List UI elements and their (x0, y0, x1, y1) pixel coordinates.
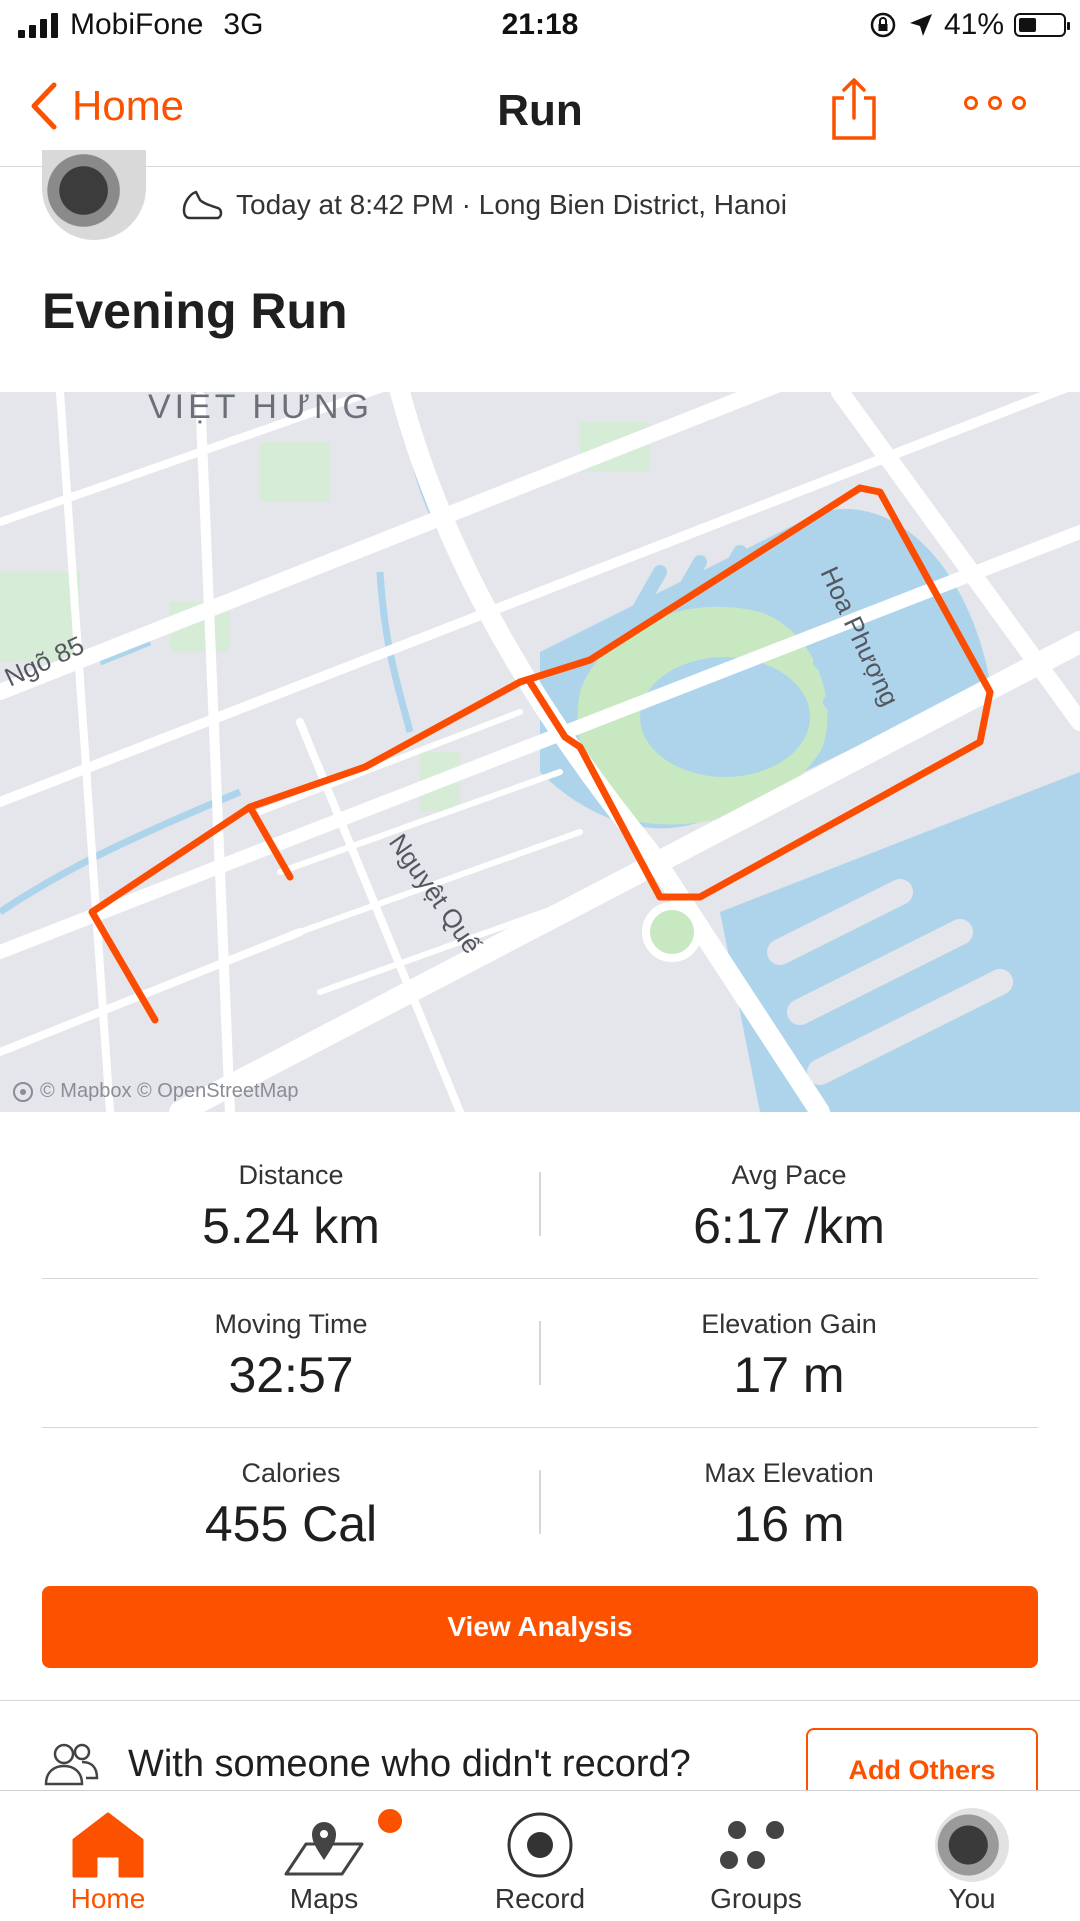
tab-label: Home (70, 1883, 146, 1914)
tab-record[interactable]: Record (432, 1791, 648, 1921)
stats-row: Moving Time 32:57 Elevation Gain 17 m (42, 1279, 1038, 1428)
stat-calories: Calories 455 Cal (42, 1428, 540, 1553)
stat-label: Avg Pace (731, 1160, 847, 1190)
stat-moving-time: Moving Time 32:57 (42, 1279, 540, 1404)
stat-avg-pace: Avg Pace 6:17 /km (540, 1130, 1038, 1255)
tab-label: Record (494, 1883, 586, 1914)
home-icon (72, 1812, 144, 1878)
map-credit-text: © Mapbox © OpenStreetMap (40, 1080, 299, 1102)
tab-icon-wrap (432, 1805, 648, 1885)
orientation-lock-icon (870, 12, 896, 38)
activity-title: Evening Run (42, 283, 348, 339)
tab-icon-wrap (864, 1805, 1080, 1885)
stat-elevation-gain: Elevation Gain 17 m (540, 1279, 1038, 1404)
tab-icon-wrap (648, 1805, 864, 1885)
stat-value: 16 m (733, 1496, 845, 1552)
nav-bar: Home Run (0, 56, 1080, 167)
share-icon[interactable] (826, 76, 882, 142)
more-options-button[interactable] (964, 96, 1026, 110)
tab-icon-wrap (0, 1805, 216, 1885)
stats-grid: Distance 5.24 km Avg Pace 6:17 /km Movin… (42, 1130, 1038, 1576)
activity-time-location: Today at 8:42 PM · Long Bien District, H… (236, 189, 787, 220)
divider (0, 1700, 1080, 1701)
people-icon (44, 1743, 99, 1786)
stat-value: 455 Cal (204, 1496, 378, 1552)
stat-value: 6:17 /km (693, 1198, 885, 1254)
map-canvas: VIỆT HƯNG Ngõ 85 Hoa Phượng Nguyệt Quế (0, 392, 1080, 1112)
stats-row: Distance 5.24 km Avg Pace 6:17 /km (42, 1130, 1038, 1279)
record-with-others-prompt: With someone who didn't record? (42, 1740, 691, 1788)
stat-label: Distance (238, 1160, 344, 1190)
tab-label: You (948, 1883, 996, 1914)
stat-value: 32:57 (228, 1347, 354, 1403)
battery-percent: 41% (943, 8, 1004, 41)
notification-badge (378, 1809, 402, 1833)
tab-label: Maps (289, 1883, 359, 1914)
stat-label: Elevation Gain (701, 1309, 877, 1339)
stat-value: 5.24 km (202, 1198, 380, 1254)
maps-icon (284, 1822, 364, 1876)
page-title: Run (497, 86, 583, 135)
tab-bar: Home Maps Record Groups You (0, 1790, 1080, 1921)
map-credit: © Mapbox © OpenStreetMap (12, 1080, 299, 1103)
battery-fill (1019, 18, 1036, 32)
athlete-avatar[interactable] (42, 150, 146, 240)
tab-label: Groups (710, 1883, 802, 1914)
status-bar: MobiFone 3G 21:18 41% (0, 0, 1080, 56)
mapbox-logo-icon (13, 1081, 33, 1102)
view-analysis-button[interactable]: View Analysis (42, 1586, 1038, 1668)
battery-icon (1014, 13, 1070, 37)
dot-icon (964, 96, 978, 110)
tab-groups[interactable]: Groups (648, 1791, 864, 1921)
dot-icon (988, 96, 1002, 110)
tab-you[interactable]: You (864, 1791, 1080, 1921)
dot-icon (1012, 96, 1026, 110)
groups-icon (720, 1821, 784, 1869)
activity-meta: Today at 8:42 PM · Long Bien District, H… (180, 188, 787, 222)
stat-label: Max Elevation (704, 1458, 874, 1488)
stat-max-elevation: Max Elevation 16 m (540, 1428, 1038, 1553)
location-arrow-icon (909, 14, 932, 36)
shoe-icon (182, 190, 223, 220)
tab-maps[interactable]: Maps (216, 1791, 432, 1921)
stat-label: Moving Time (214, 1309, 368, 1339)
stat-value: 17 m (733, 1347, 845, 1403)
avatar (935, 1808, 1009, 1882)
tab-home[interactable]: Home (0, 1791, 216, 1921)
stat-distance: Distance 5.24 km (42, 1130, 540, 1255)
others-prompt-text: With someone who didn't record? (128, 1742, 691, 1785)
stats-row: Calories 455 Cal Max Elevation 16 m (42, 1428, 1038, 1576)
map-label-district: VIỆT HƯNG (148, 392, 373, 426)
route-map[interactable]: VIỆT HƯNG Ngõ 85 Hoa Phượng Nguyệt Quế (0, 392, 1080, 1112)
record-icon (507, 1812, 573, 1878)
status-right: 41% (868, 8, 1070, 42)
stat-label: Calories (241, 1458, 341, 1488)
